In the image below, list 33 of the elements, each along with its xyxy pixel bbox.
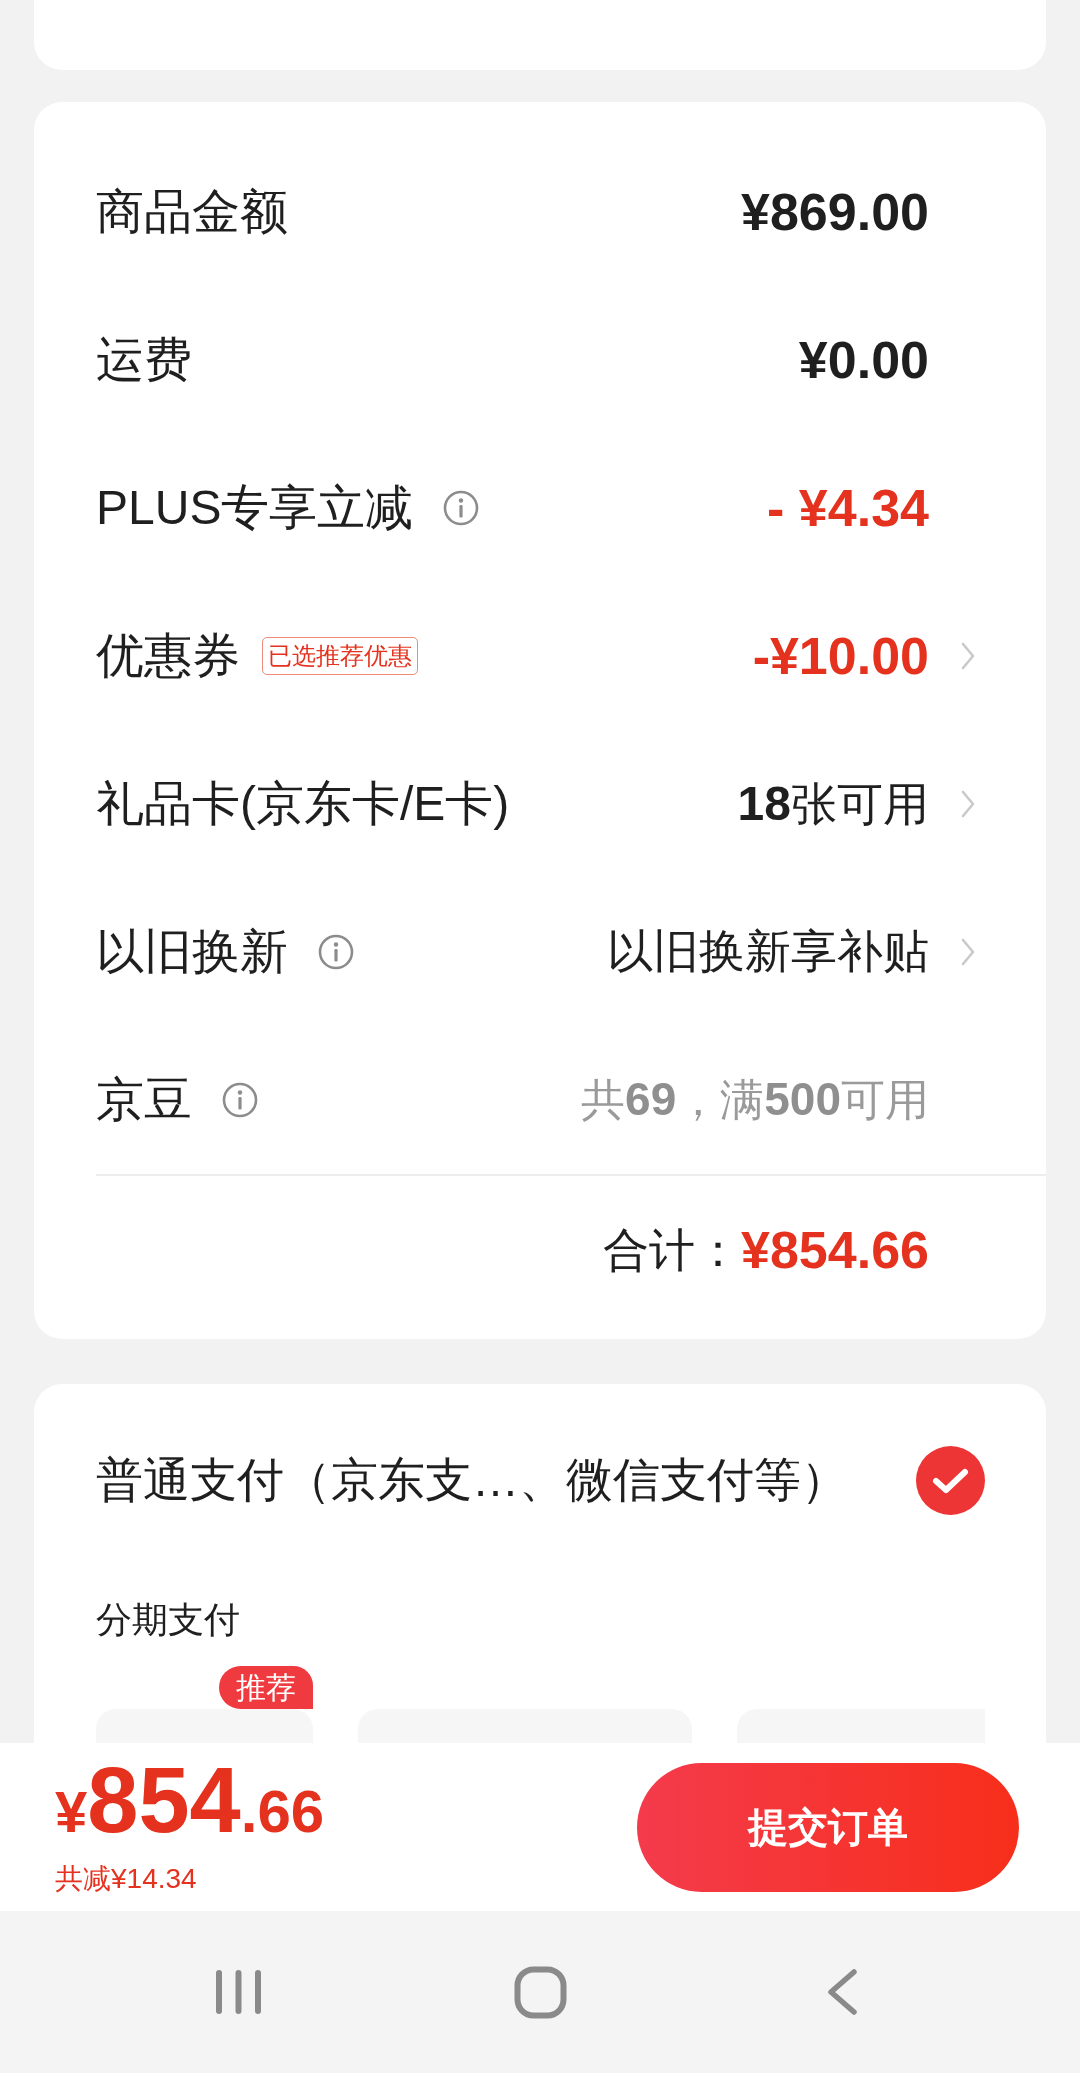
check-icon[interactable]	[916, 1445, 985, 1515]
submit-button[interactable]: 提交订单	[637, 1762, 1019, 1892]
total-value: ¥854.66	[741, 1220, 929, 1281]
recent-apps-icon[interactable]	[213, 1968, 263, 2016]
total-label: 合计：	[603, 1222, 742, 1278]
info-icon[interactable]	[443, 490, 480, 526]
chevron-icon[interactable]	[961, 642, 975, 670]
recommend-badge: 推荐	[219, 1666, 313, 1709]
summary-value: ¥0.00	[798, 329, 929, 391]
coupon-badge: 已选推荐优惠	[262, 637, 418, 675]
summary-label: 运费	[96, 332, 192, 389]
summary-value: 共69，满500可用	[581, 1072, 929, 1128]
summary-value: 18张可用	[737, 776, 929, 833]
back-icon[interactable]	[826, 1969, 858, 2015]
section-title: 分期支付	[96, 1598, 240, 1642]
summary-label: PLUS专享立减	[96, 480, 414, 537]
chevron-icon[interactable]	[961, 938, 975, 966]
home-icon[interactable]	[513, 1965, 567, 2019]
info-icon[interactable]	[318, 934, 354, 970]
total-price: ¥854.66	[55, 1754, 325, 1846]
payment-option[interactable]: 普通支付（京东支…、微信支付等）	[96, 1420, 985, 1540]
summary-label: 优惠券	[96, 628, 240, 685]
summary-label: 京豆	[96, 1072, 192, 1129]
summary-value: -¥10.00	[752, 625, 929, 687]
info-icon[interactable]	[222, 1082, 258, 1118]
summary-value: ¥869.00	[741, 181, 929, 243]
summary-label: 商品金额	[96, 184, 288, 241]
chevron-icon[interactable]	[961, 790, 975, 818]
summary-label: 礼品卡(京东卡/E卡)	[96, 776, 510, 833]
summary-value: - ¥4.34	[767, 477, 929, 539]
discount-summary: 共减¥14.34	[55, 1862, 197, 1896]
summary-label: 以旧换新	[96, 924, 288, 981]
summary-value: 以旧换新享补贴	[607, 924, 929, 980]
